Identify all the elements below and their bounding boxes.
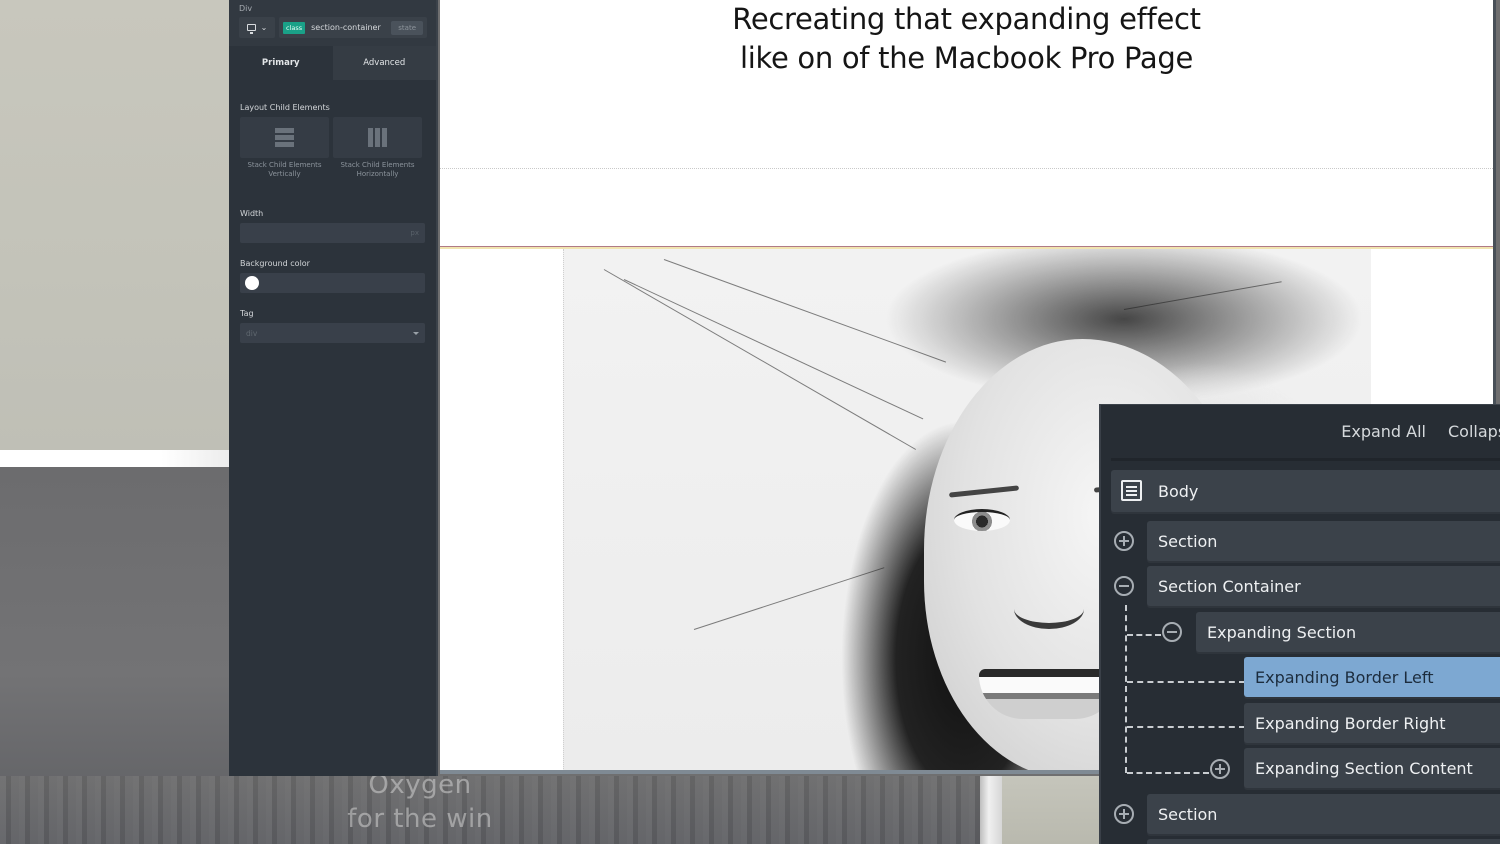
- portrait-eye-left: [954, 509, 1010, 531]
- layout-child-elements-label: Layout Child Elements: [240, 103, 330, 112]
- stack-vertical-icon: [275, 128, 294, 147]
- overlay-text-line-2: for the win: [347, 804, 493, 834]
- tag-value: div: [246, 328, 258, 338]
- expand-icon[interactable]: [1210, 759, 1230, 779]
- width-label: Width: [240, 209, 264, 218]
- tree-node-label: Expanding Border Left: [1255, 667, 1434, 687]
- device-selector[interactable]: ⌄: [239, 17, 275, 38]
- tree-connector: [1125, 605, 1127, 773]
- hair-strand: [1123, 281, 1282, 310]
- tree-node-label: Expanding Border Right: [1255, 713, 1446, 733]
- width-unit[interactable]: px: [410, 229, 419, 237]
- state-button[interactable]: state: [391, 20, 423, 35]
- class-badge[interactable]: class: [283, 21, 306, 34]
- blurred-background-right: [1002, 776, 1100, 844]
- monitor-icon: [246, 24, 256, 34]
- hair-strand: [663, 259, 947, 363]
- desktop-background-strip: [0, 450, 230, 467]
- expand-icon[interactable]: [1114, 804, 1134, 824]
- stack-horizontally-button[interactable]: Stack Child Elements Horizontally: [333, 117, 422, 179]
- tree-connector: [1127, 772, 1209, 774]
- tab-primary[interactable]: Primary: [229, 46, 333, 80]
- structure-header: Expand All Collapse All: [1111, 405, 1500, 461]
- structure-panel: Expand All Collapse All Body Section Sec…: [1099, 404, 1500, 844]
- hair-strand: [693, 567, 885, 630]
- tree-node-section-2[interactable]: Section: [1147, 794, 1500, 834]
- tree-node-label: Section: [1158, 804, 1218, 824]
- selector-box[interactable]: class section-container state: [279, 17, 427, 38]
- collapse-icon[interactable]: [1114, 576, 1134, 596]
- chevron-down-icon: ⌄: [260, 23, 268, 32]
- stack-horizontal-caption-2: Horizontally: [356, 170, 399, 178]
- tree-connector: [1127, 634, 1161, 636]
- stack-vertically-button[interactable]: Stack Child Elements Vertically: [240, 117, 329, 179]
- tree-connector: [1127, 681, 1245, 683]
- tree-node-label: Section Container: [1158, 576, 1301, 596]
- panel-tabs: Primary Advanced: [229, 46, 436, 80]
- blurred-background-edge: [980, 776, 1002, 844]
- hair-strand: [603, 269, 917, 450]
- tree-connector: [1127, 726, 1245, 728]
- document-icon: [1121, 480, 1142, 501]
- tree-node-partial[interactable]: [1147, 839, 1500, 844]
- background-color-input[interactable]: [240, 273, 425, 293]
- tree-node-body[interactable]: Body: [1111, 470, 1500, 512]
- color-swatch[interactable]: [245, 276, 259, 290]
- stack-vertical-caption-1: Stack Child Elements: [247, 161, 322, 169]
- page-heading: Recreating that expanding effect like on…: [440, 0, 1493, 78]
- page-heading-line-2: like on of the Macbook Pro Page: [739, 41, 1194, 75]
- properties-panel: Div ⌄ class section-container state Prim…: [229, 0, 438, 776]
- class-name[interactable]: section-container: [311, 23, 385, 32]
- width-input[interactable]: px: [240, 223, 425, 243]
- portrait-nose: [1014, 589, 1084, 629]
- tab-advanced[interactable]: Advanced: [332, 46, 436, 80]
- portrait-mouth: [979, 669, 1119, 719]
- tree-node-expanding-section-content[interactable]: Expanding Section Content: [1244, 748, 1500, 788]
- selector-header: Div ⌄ class section-container state: [229, 0, 436, 46]
- tree-node-expanding-border-left[interactable]: Expanding Border Left: [1244, 657, 1500, 697]
- tree-node-expanding-border-right[interactable]: Expanding Border Right: [1244, 703, 1500, 743]
- element-type-label: Div: [239, 4, 253, 13]
- collapse-icon[interactable]: [1162, 622, 1182, 642]
- background-color-label: Background color: [240, 259, 310, 268]
- desktop-background-top: [0, 0, 230, 450]
- stack-vertical-caption-2: Vertically: [268, 170, 301, 178]
- stack-horizontal-caption-1: Stack Child Elements: [340, 161, 415, 169]
- tree-node-expanding-section[interactable]: Expanding Section: [1196, 612, 1500, 652]
- tree-node-section[interactable]: Section: [1147, 521, 1500, 561]
- tag-select[interactable]: div: [240, 323, 425, 343]
- expand-icon[interactable]: [1114, 531, 1134, 551]
- layout-options: Stack Child Elements Vertically Stack Ch…: [229, 117, 436, 179]
- tree-node-label: Expanding Section: [1207, 622, 1357, 642]
- stack-horizontal-icon: [368, 128, 387, 147]
- dropdown-arrow-icon: [413, 332, 419, 335]
- portrait-brow-left: [948, 485, 1020, 498]
- page-heading-line-1: Recreating that expanding effect: [732, 2, 1201, 36]
- section-divider: [440, 168, 1493, 169]
- tree-node-label: Body: [1158, 481, 1199, 501]
- tag-label: Tag: [240, 309, 254, 318]
- tree-node-section-container[interactable]: Section Container: [1147, 566, 1500, 606]
- expand-all-button[interactable]: Expand All: [1341, 422, 1426, 441]
- tree-node-label: Section: [1158, 531, 1218, 551]
- tree-node-label: Expanding Section Content: [1255, 758, 1473, 778]
- collapse-all-button[interactable]: Collapse All: [1448, 422, 1500, 441]
